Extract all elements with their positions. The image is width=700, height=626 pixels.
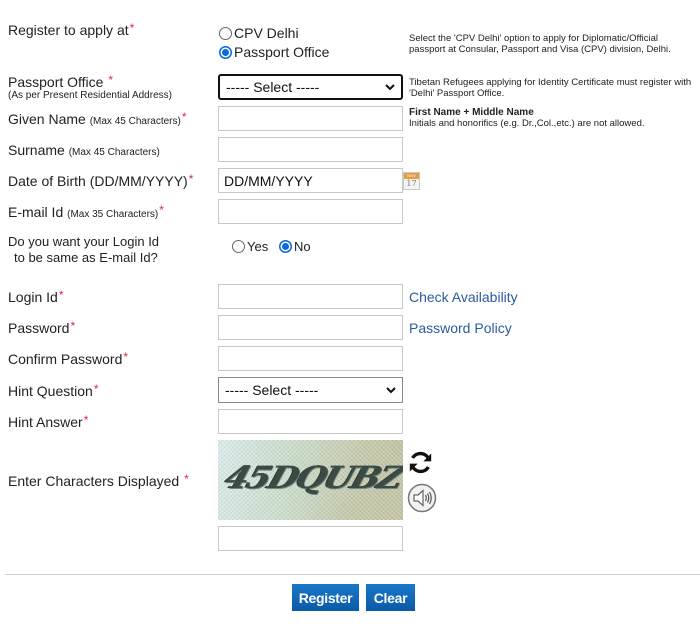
required-mark: *: [188, 172, 194, 186]
refresh-icon[interactable]: [407, 449, 434, 476]
required-mark: *: [159, 203, 164, 217]
given-name-hint: First Name + Middle Name Initials and ho…: [409, 107, 694, 129]
chevron-down-icon: [385, 84, 395, 91]
password-policy-link[interactable]: Password Policy: [409, 320, 512, 336]
passport-office-select[interactable]: ----- Select -----: [218, 74, 403, 100]
surname-label: Surname (Max 45 Characters): [8, 142, 160, 161]
check-availability-link[interactable]: Check Availability: [409, 289, 518, 305]
login-id-input[interactable]: [218, 284, 403, 309]
required-mark: *: [83, 413, 89, 427]
required-mark: *: [184, 472, 189, 486]
given-name-note: (Max 45 Characters): [89, 116, 181, 127]
confirm-password-label-text: Confirm Password: [8, 351, 123, 367]
radio-passport-office-label: Passport Office: [234, 44, 330, 60]
dob-input[interactable]: [218, 168, 403, 193]
passport-office-selected: ----- Select -----: [226, 79, 320, 95]
register-at-hint: Select the 'CPV Delhi' option to apply f…: [409, 33, 671, 55]
radio-login-yes[interactable]: Yes: [232, 238, 268, 256]
password-input[interactable]: [218, 315, 403, 340]
chevron-down-icon: [386, 387, 396, 394]
calendar-icon-day: 17: [406, 179, 417, 188]
hint-answer-label-text: Hint Answer: [8, 414, 83, 430]
hint-answer-label: Hint Answer*: [8, 413, 89, 430]
calendar-icon[interactable]: NOV 17: [403, 172, 420, 190]
passport-office-label-text: Passport Office: [8, 74, 104, 90]
required-mark: *: [123, 350, 129, 364]
required-mark: *: [129, 21, 135, 35]
radio-login-no-input[interactable]: [279, 240, 292, 253]
passport-office-hint: Tibetan Refugees applying for Identity C…: [409, 77, 692, 99]
refresh-icon-svg: [409, 451, 432, 474]
radio-cpv-delhi-label: CPV Delhi: [234, 25, 299, 41]
email-note: (Max 35 Characters): [67, 209, 159, 220]
speaker-icon: [407, 483, 437, 513]
radio-passport-office[interactable]: Passport Office: [219, 44, 329, 62]
captcha-image-text: 45DQUBZ: [220, 460, 403, 496]
radio-cpv-delhi[interactable]: CPV Delhi: [219, 25, 299, 43]
surname-input[interactable]: [218, 137, 403, 162]
password-label-text: Password: [8, 320, 70, 336]
login-same-label-line1: Do you want your Login Id: [8, 234, 160, 249]
hint-question-select[interactable]: ----- Select -----: [218, 377, 403, 403]
divider: [5, 574, 700, 575]
register-at-label: Register to apply at*: [8, 21, 135, 38]
email-input[interactable]: [218, 199, 403, 224]
register-button[interactable]: Register: [292, 584, 359, 611]
radio-cpv-delhi-input[interactable]: [219, 27, 232, 40]
given-name-label: Given Name (Max 45 Characters)*: [8, 110, 187, 130]
hint-question-selected: ----- Select -----: [225, 382, 319, 398]
login-same-label-line2: to be same as E-mail Id?: [14, 250, 158, 265]
passport-office-sublabel: (As per Present Residential Address): [8, 90, 172, 101]
required-mark: *: [181, 110, 187, 124]
given-name-input[interactable]: [218, 106, 403, 131]
passport-office-label: Passport Office *: [8, 73, 114, 90]
email-label-text: E-mail Id: [8, 204, 64, 220]
required-mark: *: [58, 288, 64, 302]
email-label: E-mail Id (Max 35 Characters)*: [8, 203, 164, 223]
hint-question-label-text: Hint Question: [8, 383, 93, 399]
audio-icon[interactable]: [407, 483, 437, 513]
login-id-label: Login Id*: [8, 288, 64, 305]
captcha-label-text: Enter Characters Displayed: [8, 473, 180, 489]
password-label: Password*: [8, 319, 76, 336]
captcha-label: Enter Characters Displayed *: [8, 472, 189, 489]
captcha-image: 45DQUBZ: [218, 440, 403, 520]
dob-label: Date of Birth (DD/MM/YYYY)*: [8, 172, 194, 189]
radio-login-yes-input[interactable]: [232, 240, 245, 253]
confirm-password-input[interactable]: [218, 346, 403, 371]
hint-question-label: Hint Question*: [8, 382, 99, 399]
surname-label-text: Surname: [8, 142, 65, 158]
given-name-hint-text: Initials and honorifics (e.g. Dr.,Col.,e…: [409, 118, 645, 129]
captcha-input[interactable]: [218, 526, 403, 551]
required-mark: *: [70, 319, 76, 333]
login-id-label-text: Login Id: [8, 289, 58, 305]
confirm-password-label: Confirm Password*: [8, 350, 129, 367]
dob-label-text: Date of Birth (DD/MM/YYYY): [8, 173, 188, 189]
login-same-label: Do you want your Login Id to be same as …: [8, 234, 159, 266]
register-at-label-text: Register to apply at: [8, 22, 129, 38]
surname-note: (Max 45 Characters): [68, 147, 160, 158]
given-name-label-text: Given Name: [8, 111, 86, 127]
hint-answer-input[interactable]: [218, 409, 403, 434]
radio-login-no[interactable]: No: [279, 238, 311, 256]
radio-passport-office-input[interactable]: [219, 46, 232, 59]
radio-login-no-label: No: [294, 239, 311, 254]
required-mark: *: [108, 73, 114, 87]
given-name-hint-title: First Name + Middle Name: [409, 107, 534, 118]
radio-login-yes-label: Yes: [247, 239, 269, 254]
clear-button[interactable]: Clear: [366, 584, 415, 611]
required-mark: *: [93, 382, 99, 396]
